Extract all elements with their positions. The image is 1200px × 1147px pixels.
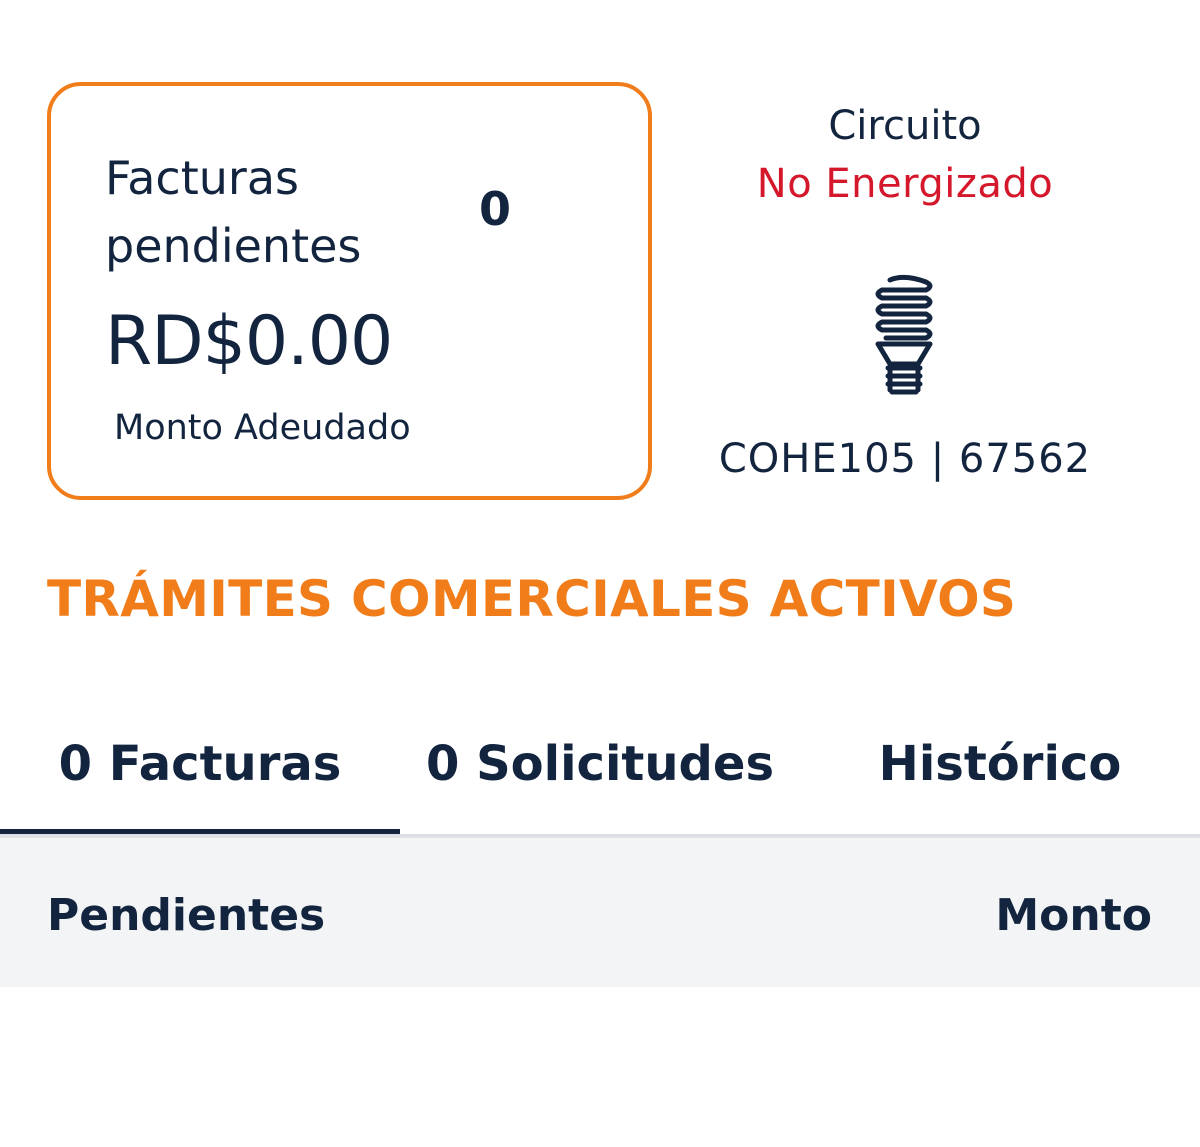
tab-facturas[interactable]: 0 Facturas — [0, 700, 400, 836]
column-header-monto: Monto — [995, 890, 1152, 941]
tab-bar: 0 Facturas 0 Solicitudes Histórico — [0, 700, 1200, 836]
pending-invoices-count: 0 — [479, 182, 512, 236]
amount-owed-label: Monto Adeudado — [114, 408, 411, 448]
tab-solicitudes[interactable]: 0 Solicitudes — [400, 700, 800, 836]
circuit-label: Circuito — [828, 103, 982, 149]
circuit-code: COHE105 | 67562 — [718, 436, 1092, 482]
pending-invoices-title: Facturas pendientes — [105, 151, 362, 273]
light-bulb-icon — [868, 272, 940, 404]
section-title: TRÁMITES COMERCIALES ACTIVOS — [47, 570, 1017, 628]
amount-owed-value: RD$0.00 — [105, 302, 393, 381]
circuit-status: No Energizado — [756, 161, 1054, 207]
circuit-status-panel: Circuito No Energizado — [700, 100, 1110, 216]
table-header: Pendientes Monto — [0, 838, 1200, 987]
pending-invoices-card[interactable]: Facturas pendientes 0 RD$0.00 Monto Adeu… — [47, 82, 652, 500]
column-header-pendientes: Pendientes — [47, 890, 326, 941]
tab-historico[interactable]: Histórico — [800, 700, 1200, 836]
